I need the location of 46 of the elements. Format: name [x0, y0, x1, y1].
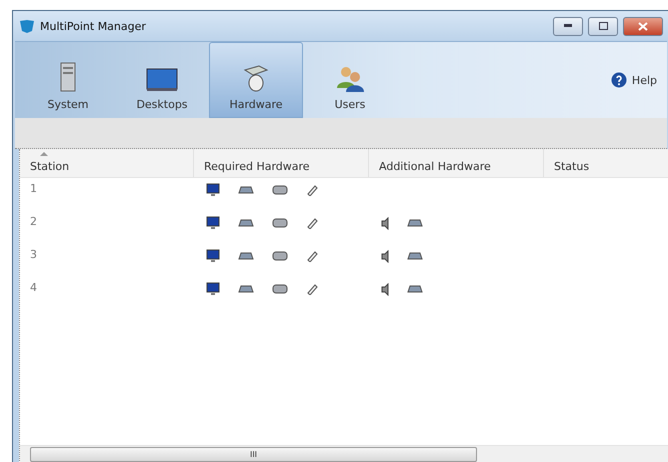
- toolbar-tab[interactable]: System: [21, 42, 115, 118]
- monitor-icon: [206, 249, 220, 263]
- pen-icon: [306, 184, 318, 196]
- pen-icon: [306, 250, 318, 262]
- keyboard-icon: [407, 252, 423, 260]
- keyboard-icon: [407, 285, 423, 293]
- station-cell-text: 2: [29, 214, 38, 230]
- monitor-icon: [206, 282, 220, 296]
- close-button[interactable]: [623, 16, 663, 36]
- scrollbar-thumb[interactable]: III: [30, 447, 477, 462]
- keyboard-icon: [238, 219, 254, 227]
- window-title: MultiPoint Manager: [40, 20, 147, 32]
- users-icon: [335, 64, 365, 92]
- minimize-icon: [564, 24, 572, 28]
- monitor-icon: [206, 216, 220, 230]
- keyboard-icon: [238, 285, 254, 293]
- monitor-icon: [206, 183, 220, 197]
- app-logo-icon: [19, 19, 35, 33]
- monitor-icon: [146, 68, 178, 92]
- column-header[interactable]: Status: [544, 149, 668, 177]
- help-button[interactable]: Help: [610, 72, 657, 88]
- toolbar-tab[interactable]: Hardware: [209, 42, 303, 118]
- column-header[interactable]: Required Hardware: [194, 149, 369, 177]
- server-icon: [60, 62, 76, 92]
- station-cell-text: 4: [29, 280, 38, 296]
- toolbar-tab[interactable]: Users: [303, 42, 397, 118]
- close-icon: [638, 22, 648, 30]
- pen-icon: [306, 283, 318, 295]
- speaker-icon: [381, 250, 389, 262]
- station-cell-text: 3: [29, 247, 38, 263]
- keyboard-icon: [238, 252, 254, 260]
- keyboard-icon: [238, 186, 254, 194]
- speaker-icon: [381, 216, 389, 230]
- column-header[interactable]: Additional Hardware: [369, 149, 544, 177]
- toolbar-tab[interactable]: Desktops: [115, 42, 209, 118]
- speaker-icon: [381, 282, 389, 296]
- column-header[interactable]: Station: [20, 149, 194, 177]
- maximize-icon: [598, 22, 608, 30]
- horizontal-scrollbar[interactable]: III: [20, 445, 668, 462]
- sort-arrow-icon: [40, 152, 48, 156]
- station-cell-text: 1: [29, 181, 38, 197]
- help-icon: [610, 72, 627, 88]
- maximize-button[interactable]: [588, 16, 618, 36]
- minimize-button[interactable]: [553, 16, 583, 36]
- keyboard-icon: [407, 219, 423, 227]
- pen-icon: [306, 217, 318, 229]
